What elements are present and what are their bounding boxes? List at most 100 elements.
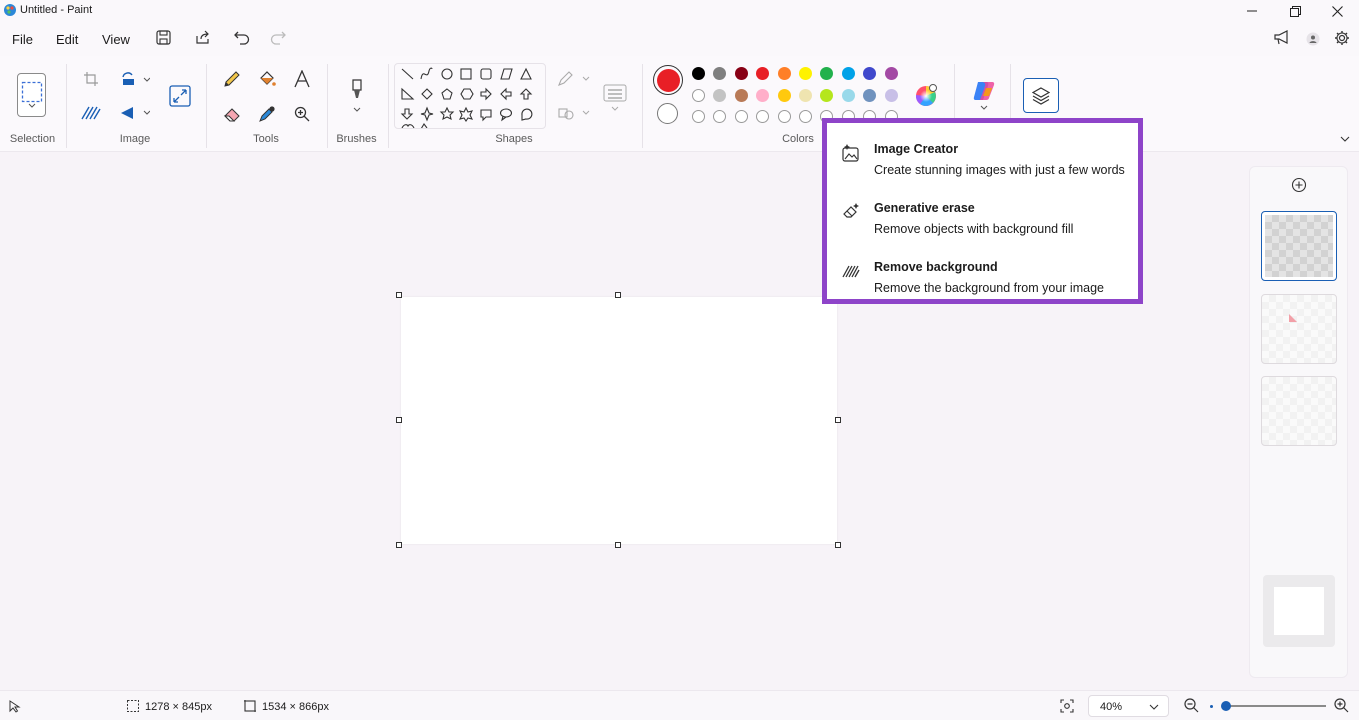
menu-item-title: Remove background <box>874 260 998 274</box>
close-button[interactable] <box>1317 0 1357 22</box>
eraser-icon[interactable] <box>222 104 242 124</box>
fit-to-window-icon[interactable] <box>1060 699 1074 713</box>
rotate-button[interactable] <box>118 69 152 89</box>
color-swatch[interactable] <box>713 89 727 102</box>
chevron-down-icon <box>611 106 619 111</box>
color-swatch[interactable] <box>798 89 812 102</box>
menu-item-generative-erase[interactable]: Generative erase Remove objects with bac… <box>827 188 1138 246</box>
color-swatch[interactable] <box>841 67 855 80</box>
pencil-icon[interactable] <box>222 69 242 89</box>
collapse-ribbon-chevron-icon[interactable] <box>1338 134 1352 144</box>
layer-thumbnail-active[interactable] <box>1261 211 1337 281</box>
ribbon-divider <box>388 64 389 148</box>
color-swatch[interactable] <box>863 89 877 102</box>
color-swatch[interactable] <box>884 67 898 80</box>
add-layer-icon[interactable] <box>1290 176 1308 194</box>
remove-background-tool-icon[interactable] <box>80 104 102 122</box>
selection-tool-button[interactable] <box>17 73 46 117</box>
custom-color-slot[interactable] <box>756 110 770 123</box>
color-swatch[interactable] <box>777 67 791 80</box>
color-swatch[interactable] <box>798 67 812 80</box>
color-swatch[interactable] <box>756 89 770 102</box>
undo-icon[interactable] <box>234 30 250 45</box>
shape-fill-button[interactable] <box>556 104 592 122</box>
remove-background-icon <box>841 261 861 281</box>
minimize-button[interactable] <box>1232 0 1272 22</box>
group-label-image: Image <box>119 133 151 145</box>
rectangle-select-icon <box>21 81 42 103</box>
color-swatch[interactable] <box>863 67 877 80</box>
ribbon-divider <box>642 64 643 148</box>
shape-size-button[interactable] <box>602 80 628 116</box>
menu-item-image-creator[interactable]: Image Creator Create stunning images wit… <box>827 129 1138 187</box>
color-swatch[interactable] <box>841 89 855 102</box>
canvas-resize-handle[interactable] <box>835 417 841 423</box>
crop-icon[interactable] <box>82 70 100 88</box>
zoom-select[interactable]: 40% <box>1088 695 1169 717</box>
custom-color-slot[interactable] <box>713 110 727 123</box>
magnifier-icon[interactable] <box>292 104 312 124</box>
zoom-slider[interactable] <box>1208 699 1328 713</box>
shapes-gallery[interactable] <box>394 63 546 129</box>
layers-panel <box>1249 166 1348 678</box>
layers-toggle-button[interactable] <box>1023 78 1059 113</box>
announcements-icon[interactable] <box>1274 30 1290 45</box>
color-swatch[interactable] <box>756 67 770 80</box>
zoom-out-icon[interactable] <box>1184 698 1199 713</box>
edit-colors-icon[interactable] <box>914 83 938 107</box>
save-icon[interactable] <box>156 30 171 45</box>
menu-item-description: Remove objects with background fill <box>874 222 1074 236</box>
color-swatch[interactable] <box>884 89 898 102</box>
color-swatch[interactable] <box>777 89 791 102</box>
group-label-selection: Selection <box>9 133 56 145</box>
menu-view[interactable]: View <box>102 32 130 47</box>
share-icon[interactable] <box>195 30 210 45</box>
canvas-resize-handle[interactable] <box>396 542 402 548</box>
layer-content-mark <box>1289 314 1297 322</box>
ribbon-toolbar: Selection Image Tools Brushes Shapes Col… <box>0 56 1359 152</box>
layer-thumbnail[interactable] <box>1261 376 1337 446</box>
color-swatch[interactable] <box>734 89 748 102</box>
brushes-button[interactable] <box>344 76 370 116</box>
menu-edit[interactable]: Edit <box>56 32 78 47</box>
menu-file[interactable]: File <box>12 32 33 47</box>
color-swatch[interactable] <box>713 67 727 80</box>
canvas-resize-handle[interactable] <box>615 292 621 298</box>
custom-color-slot[interactable] <box>734 110 748 123</box>
settings-gear-icon[interactable] <box>1334 30 1350 46</box>
shape-outline-button[interactable] <box>556 70 592 88</box>
layer-thumbnail[interactable] <box>1261 294 1337 364</box>
color-picker-icon[interactable] <box>257 104 277 124</box>
color-swatch[interactable] <box>820 67 834 80</box>
account-avatar[interactable] <box>1306 32 1320 46</box>
custom-color-slot[interactable] <box>777 110 791 123</box>
secondary-color-button[interactable] <box>657 103 678 124</box>
drawing-canvas[interactable] <box>401 297 837 544</box>
canvas-resize-handle[interactable] <box>835 542 841 548</box>
color-swatch[interactable] <box>692 89 705 102</box>
menu-bar: File Edit View <box>0 22 1359 56</box>
text-tool-icon[interactable] <box>292 69 312 89</box>
canvas-resize-handle[interactable] <box>396 417 402 423</box>
flip-button[interactable] <box>118 104 152 122</box>
canvas-size-text: 1534 × 866px <box>262 701 329 713</box>
color-swatch[interactable] <box>820 89 834 102</box>
canvas-resize-handle[interactable] <box>615 542 621 548</box>
redo-icon[interactable] <box>270 30 286 45</box>
restore-button[interactable] <box>1275 0 1315 22</box>
canvas-resize-handle[interactable] <box>396 292 402 298</box>
primary-color-button[interactable] <box>653 65 683 95</box>
custom-color-slot[interactable] <box>692 110 705 123</box>
zoom-slider-thumb[interactable] <box>1221 701 1231 711</box>
resize-image-icon[interactable] <box>168 84 192 108</box>
background-layer-thumbnail[interactable] <box>1263 575 1335 647</box>
title-bar: Untitled - Paint <box>0 0 1359 22</box>
color-swatch[interactable] <box>692 67 705 80</box>
custom-color-slot[interactable] <box>798 110 812 123</box>
color-swatch[interactable] <box>734 67 748 80</box>
fill-bucket-icon[interactable] <box>257 69 277 89</box>
copilot-button[interactable] <box>968 76 1000 114</box>
chevron-down-icon <box>980 105 988 110</box>
menu-item-remove-background[interactable]: Remove background Remove the background … <box>827 247 1138 305</box>
zoom-in-icon[interactable] <box>1334 698 1349 713</box>
